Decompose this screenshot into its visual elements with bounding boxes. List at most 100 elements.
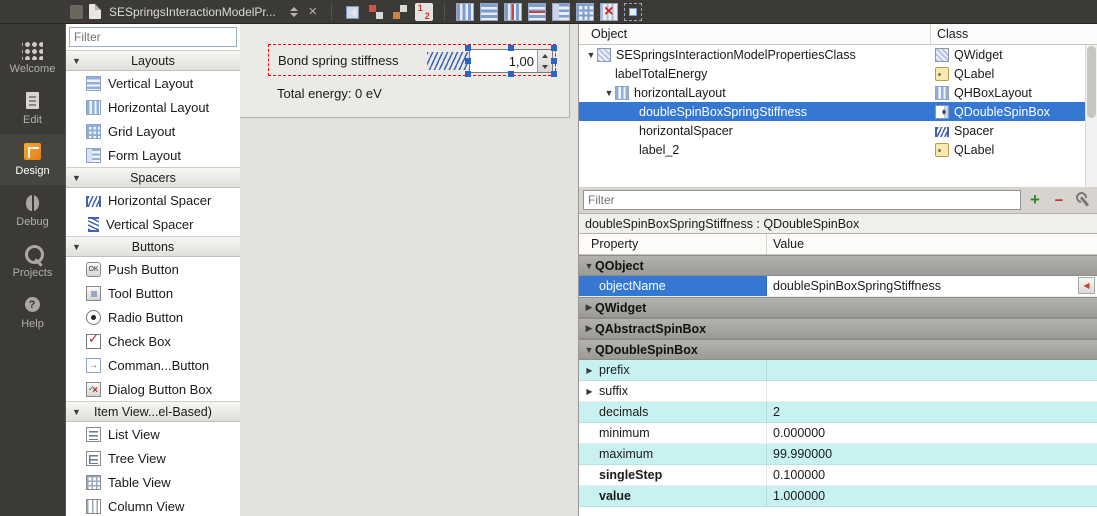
property-value-cell[interactable] bbox=[767, 381, 1097, 401]
property-row-decimals[interactable]: decimals 2 bbox=[579, 402, 1097, 423]
object-row-label-2[interactable]: label_2 QLabel bbox=[579, 140, 1097, 159]
expander-open-icon[interactable]: ▼ bbox=[603, 88, 615, 98]
layout-form-icon[interactable] bbox=[552, 3, 570, 21]
selection-handle[interactable] bbox=[551, 58, 557, 64]
remove-dynamic-property-icon[interactable] bbox=[1049, 190, 1069, 210]
layout-horizontal-splitter-icon[interactable] bbox=[504, 3, 522, 21]
category-item-views[interactable]: ▼ Item View...el-Based) bbox=[66, 401, 240, 422]
widget-item-command-link-button[interactable]: Comman...Button bbox=[66, 353, 240, 377]
adjust-size-icon[interactable] bbox=[624, 3, 642, 21]
property-filter-input[interactable] bbox=[583, 190, 1021, 210]
object-row-horizontal-layout[interactable]: ▼horizontalLayout QHBoxLayout bbox=[579, 83, 1097, 102]
property-value-cell[interactable]: 0.100000 bbox=[767, 465, 1097, 485]
document-title[interactable]: SESpringsInteractionModelPr... bbox=[109, 5, 276, 19]
category-spacers[interactable]: ▼ Spacers bbox=[66, 167, 240, 188]
stiffness-label-widget[interactable]: Bond spring stiffness bbox=[278, 45, 398, 75]
widget-item-check-box[interactable]: Check Box bbox=[66, 329, 240, 353]
spin-up-icon[interactable] bbox=[538, 50, 552, 61]
widget-item-horizontal-spacer[interactable]: Horizontal Spacer bbox=[66, 188, 240, 212]
scrollbar[interactable] bbox=[1085, 45, 1097, 187]
widget-item-push-button[interactable]: Push Button bbox=[66, 257, 240, 281]
spinbox[interactable]: 1,00 bbox=[469, 49, 553, 73]
selection-handle[interactable] bbox=[465, 71, 471, 77]
sidebar-item-design[interactable]: Design bbox=[0, 134, 65, 185]
layout-horizontally-icon[interactable] bbox=[456, 3, 474, 21]
property-row-value[interactable]: value 1.000000 bbox=[579, 486, 1097, 507]
layout-vertical-splitter-icon[interactable] bbox=[528, 3, 546, 21]
edit-signals-slots-icon[interactable] bbox=[367, 3, 385, 21]
sidebar-item-welcome[interactable]: Welcome bbox=[0, 32, 65, 83]
spin-down-icon[interactable] bbox=[538, 61, 552, 72]
widget-item-tree-view[interactable]: Tree View bbox=[66, 446, 240, 470]
column-header-value[interactable]: Value bbox=[767, 234, 1097, 254]
selection-handle[interactable] bbox=[551, 71, 557, 77]
expander-open-icon[interactable]: ▼ bbox=[585, 50, 597, 60]
property-value-cell[interactable]: 2 bbox=[767, 402, 1097, 422]
column-header-object[interactable]: Object bbox=[579, 24, 931, 44]
edit-widgets-icon[interactable] bbox=[343, 3, 361, 21]
expander-closed-icon[interactable]: ▶ bbox=[579, 366, 595, 375]
widget-item-horizontal-layout[interactable]: Horizontal Layout bbox=[66, 95, 240, 119]
object-row-label-total-energy[interactable]: labelTotalEnergy QLabel bbox=[579, 64, 1097, 83]
widget-item-vertical-spacer[interactable]: Vertical Spacer bbox=[66, 212, 240, 236]
selection-handle[interactable] bbox=[508, 71, 514, 77]
widget-item-column-view[interactable]: Column View bbox=[66, 494, 240, 516]
selection-handle[interactable] bbox=[551, 45, 557, 51]
expander-closed-icon[interactable]: ▶ bbox=[579, 387, 595, 396]
file-icon[interactable] bbox=[70, 5, 83, 19]
property-row-singlestep[interactable]: singleStep 0.100000 bbox=[579, 465, 1097, 486]
add-dynamic-property-icon[interactable] bbox=[1025, 190, 1045, 210]
property-value-cell[interactable]: 1.000000 bbox=[767, 486, 1097, 506]
widget-item-table-view[interactable]: Table View bbox=[66, 470, 240, 494]
widget-item-tool-button[interactable]: Tool Button bbox=[66, 281, 240, 305]
object-row-root[interactable]: ▼SESpringsInteractionModelPropertiesClas… bbox=[579, 45, 1097, 64]
property-row-prefix[interactable]: ▶prefix bbox=[579, 360, 1097, 381]
horizontal-spacer-widget[interactable] bbox=[427, 52, 469, 70]
object-row-horizontal-spacer[interactable]: horizontalSpacer Spacer bbox=[579, 121, 1097, 140]
sidebar-item-edit[interactable]: Edit bbox=[0, 83, 65, 134]
property-group-qobject[interactable]: ▼ QObject bbox=[579, 255, 1097, 276]
sidebar-item-debug[interactable]: Debug bbox=[0, 185, 65, 236]
horizontal-layout-indicator[interactable]: Bond spring stiffness 1,00 bbox=[268, 44, 556, 76]
category-layouts[interactable]: ▼ Layouts bbox=[66, 50, 240, 71]
selection-handle[interactable] bbox=[465, 45, 471, 51]
form-canvas[interactable]: Bond spring stiffness 1,00 bbox=[240, 24, 570, 118]
layout-grid-icon[interactable] bbox=[576, 3, 594, 21]
property-group-qwidget[interactable]: ▶ QWidget bbox=[579, 297, 1097, 318]
selection-handle[interactable] bbox=[508, 45, 514, 51]
total-energy-label-widget[interactable]: Total energy: 0 eV bbox=[277, 86, 382, 101]
break-layout-icon[interactable] bbox=[600, 3, 618, 21]
column-header-class[interactable]: Class bbox=[931, 24, 1097, 44]
property-row-maximum[interactable]: maximum 99.990000 bbox=[579, 444, 1097, 465]
widget-item-grid-layout[interactable]: Grid Layout bbox=[66, 119, 240, 143]
widget-box-filter-input[interactable] bbox=[69, 27, 237, 47]
column-header-property[interactable]: Property bbox=[579, 234, 767, 254]
reset-property-icon[interactable] bbox=[1078, 277, 1095, 294]
close-icon[interactable] bbox=[306, 4, 320, 19]
edit-buddies-icon[interactable] bbox=[391, 3, 409, 21]
property-row-suffix[interactable]: ▶suffix bbox=[579, 381, 1097, 402]
spinbox-value[interactable]: 1,00 bbox=[470, 50, 537, 72]
property-value-cell[interactable]: 0.000000 bbox=[767, 423, 1097, 443]
scrollbar-thumb[interactable] bbox=[1087, 46, 1096, 118]
property-row-objectname[interactable]: objectName doubleSpinBoxSpringStiffness bbox=[579, 276, 1097, 297]
widget-item-list-view[interactable]: List View bbox=[66, 422, 240, 446]
sidebar-item-projects[interactable]: Projects bbox=[0, 236, 65, 287]
property-group-qdoublespinbox[interactable]: ▼ QDoubleSpinBox bbox=[579, 339, 1097, 360]
configure-icon[interactable] bbox=[1073, 190, 1093, 210]
property-value-cell[interactable]: 99.990000 bbox=[767, 444, 1097, 464]
edit-tab-order-icon[interactable] bbox=[415, 3, 433, 21]
widget-item-form-layout[interactable]: Form Layout bbox=[66, 143, 240, 167]
category-buttons[interactable]: ▼ Buttons bbox=[66, 236, 240, 257]
double-spinbox-widget[interactable]: 1,00 bbox=[469, 49, 553, 73]
layout-vertically-icon[interactable] bbox=[480, 3, 498, 21]
sidebar-item-help[interactable]: Help bbox=[0, 287, 65, 338]
updown-arrows-icon[interactable] bbox=[288, 7, 300, 17]
property-value-cell[interactable] bbox=[767, 360, 1097, 380]
widget-item-radio-button[interactable]: Radio Button bbox=[66, 305, 240, 329]
object-row-double-spinbox[interactable]: doubleSpinBoxSpringStiffness QDoubleSpin… bbox=[579, 102, 1097, 121]
selection-handle[interactable] bbox=[465, 58, 471, 64]
widget-item-vertical-layout[interactable]: Vertical Layout bbox=[66, 71, 240, 95]
document-icon[interactable] bbox=[89, 4, 101, 19]
property-group-qabstractspinbox[interactable]: ▶ QAbstractSpinBox bbox=[579, 318, 1097, 339]
